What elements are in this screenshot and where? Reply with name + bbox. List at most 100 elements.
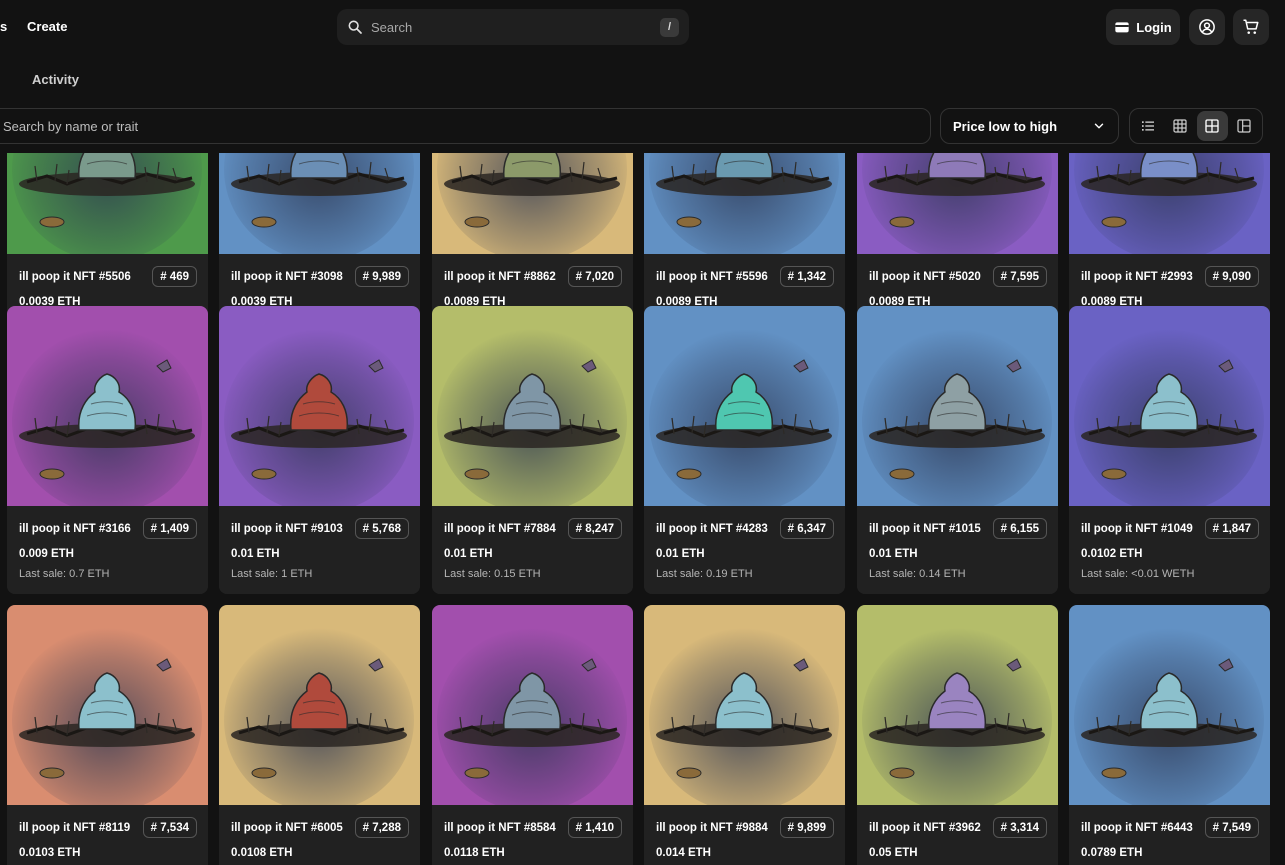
nft-name: ill poop it NFT #5506 bbox=[19, 271, 131, 283]
wallet-icon bbox=[1115, 22, 1129, 33]
last-sale: Last sale: <0.01 WETH bbox=[1081, 568, 1195, 580]
nft-card[interactable]: ill poop it NFT #8119 # 7,534 0.0103 ETH bbox=[7, 605, 208, 865]
nft-price: 0.05 ETH bbox=[869, 847, 918, 859]
last-sale: Last sale: 0.14 ETH bbox=[869, 568, 966, 580]
nav-link-partial[interactable]: s bbox=[0, 19, 7, 34]
tab-activity[interactable]: Activity bbox=[32, 72, 79, 87]
nft-price: 0.0102 ETH bbox=[1081, 548, 1143, 560]
nft-card[interactable]: ill poop it NFT #4283 # 6,347 0.01 ETH L… bbox=[644, 306, 845, 594]
nft-name: ill poop it NFT #1049 bbox=[1081, 523, 1193, 535]
nft-image[interactable] bbox=[1069, 153, 1270, 254]
nft-price: 0.01 ETH bbox=[444, 548, 493, 560]
view-list-button[interactable] bbox=[1132, 111, 1163, 141]
nft-card[interactable]: ill poop it NFT #1015 # 6,155 0.01 ETH L… bbox=[857, 306, 1058, 594]
nft-image[interactable] bbox=[7, 306, 208, 506]
nft-card[interactable]: ill poop it NFT #8584 # 1,410 0.0118 ETH bbox=[432, 605, 633, 865]
trait-search-input[interactable]: Search by name or trait bbox=[0, 108, 931, 144]
nft-name: ill poop it NFT #3166 bbox=[19, 523, 131, 535]
nft-image[interactable] bbox=[7, 153, 208, 254]
nft-image[interactable] bbox=[857, 306, 1058, 506]
rarity-rank-badge: # 7,595 bbox=[992, 266, 1047, 287]
nft-card-info: ill poop it NFT #8584 # 1,410 0.0118 ETH bbox=[432, 805, 633, 865]
nft-price: 0.01 ETH bbox=[656, 548, 705, 560]
last-sale: Last sale: 0.19 ETH bbox=[656, 568, 753, 580]
nft-image[interactable] bbox=[219, 306, 420, 506]
nft-image[interactable] bbox=[432, 153, 633, 254]
nft-price: 0.014 ETH bbox=[656, 847, 711, 859]
login-label: Login bbox=[1136, 19, 1172, 35]
medium-grid-icon bbox=[1205, 119, 1219, 133]
view-small-grid-button[interactable] bbox=[1164, 111, 1195, 141]
nft-image[interactable] bbox=[857, 605, 1058, 805]
rarity-rank-badge: # 9,899 bbox=[779, 817, 834, 838]
nft-image[interactable] bbox=[1069, 306, 1270, 506]
global-search-input[interactable]: Search / bbox=[337, 9, 689, 45]
nft-name: ill poop it NFT #1015 bbox=[869, 523, 981, 535]
nft-card[interactable]: ill poop it NFT #1049 # 1,847 0.0102 ETH… bbox=[1069, 306, 1270, 594]
nft-card-info: ill poop it NFT #3166 # 1,409 0.009 ETH … bbox=[7, 506, 208, 594]
account-button[interactable] bbox=[1189, 9, 1225, 45]
nft-price: 0.0103 ETH bbox=[19, 847, 81, 859]
nft-image[interactable] bbox=[432, 306, 633, 506]
nft-card-info: ill poop it NFT #9103 # 5,768 0.01 ETH L… bbox=[219, 506, 420, 594]
small-grid-icon bbox=[1173, 119, 1187, 133]
large-grid-icon bbox=[1237, 119, 1251, 133]
nft-card[interactable]: ill poop it NFT #6005 # 7,288 0.0108 ETH bbox=[219, 605, 420, 865]
nft-name: ill poop it NFT #6005 bbox=[231, 822, 343, 834]
rarity-rank-badge: # 1,342 bbox=[779, 266, 834, 287]
nft-name: ill poop it NFT #8119 bbox=[19, 822, 131, 834]
nft-card[interactable]: ill poop it NFT #9103 # 5,768 0.01 ETH L… bbox=[219, 306, 420, 594]
nft-card[interactable]: ill poop it NFT #7884 # 8,247 0.01 ETH L… bbox=[432, 306, 633, 594]
rarity-rank-badge: # 7,549 bbox=[1204, 817, 1259, 838]
nft-image[interactable] bbox=[219, 153, 420, 254]
nft-image[interactable] bbox=[432, 605, 633, 805]
nft-name: ill poop it NFT #9103 bbox=[231, 523, 343, 535]
last-sale: Last sale: 0.7 ETH bbox=[19, 568, 110, 580]
nft-image[interactable] bbox=[644, 153, 845, 254]
nft-name: ill poop it NFT #5596 bbox=[656, 271, 768, 283]
nft-card[interactable]: ill poop it NFT #9884 # 9,899 0.014 ETH bbox=[644, 605, 845, 865]
nft-card-info: ill poop it NFT #6443 # 7,549 0.0789 ETH bbox=[1069, 805, 1270, 865]
nft-image[interactable] bbox=[644, 306, 845, 506]
top-nav: s Create Search / Login bbox=[0, 0, 1285, 54]
view-mode-toggle bbox=[1129, 108, 1263, 144]
rarity-rank-badge: # 3,314 bbox=[992, 817, 1047, 838]
search-shortcut-badge: / bbox=[660, 17, 679, 37]
rarity-rank-badge: # 8,247 bbox=[567, 518, 622, 539]
nft-name: ill poop it NFT #6443 bbox=[1081, 822, 1193, 834]
nft-name: ill poop it NFT #8862 bbox=[444, 271, 556, 283]
nft-card[interactable]: ill poop it NFT #3962 # 3,314 0.05 ETH bbox=[857, 605, 1058, 865]
nft-image[interactable] bbox=[7, 605, 208, 805]
view-large-grid-button[interactable] bbox=[1229, 111, 1260, 141]
list-view-icon bbox=[1141, 121, 1154, 131]
last-sale: Last sale: 1 ETH bbox=[231, 568, 313, 580]
nft-price: 0.0118 ETH bbox=[444, 847, 505, 859]
nft-name: ill poop it NFT #3962 bbox=[869, 822, 981, 834]
sort-selected-label: Price low to high bbox=[953, 118, 1058, 134]
sort-dropdown[interactable]: Price low to high bbox=[940, 108, 1119, 144]
nft-image[interactable] bbox=[644, 605, 845, 805]
rarity-rank-badge: # 5,768 bbox=[354, 518, 409, 539]
trait-search-placeholder: Search by name or trait bbox=[3, 118, 139, 134]
nft-image[interactable] bbox=[1069, 605, 1270, 805]
nav-create-link[interactable]: Create bbox=[27, 19, 67, 34]
search-icon bbox=[348, 20, 362, 34]
global-search-placeholder: Search bbox=[371, 19, 413, 35]
rarity-rank-badge: # 1,410 bbox=[567, 817, 622, 838]
nft-card-info: ill poop it NFT #9884 # 9,899 0.014 ETH bbox=[644, 805, 845, 865]
rarity-rank-badge: # 9,989 bbox=[354, 266, 409, 287]
nft-image[interactable] bbox=[857, 153, 1058, 254]
nft-name: ill poop it NFT #5020 bbox=[869, 271, 981, 283]
nft-card[interactable]: ill poop it NFT #3166 # 1,409 0.009 ETH … bbox=[7, 306, 208, 594]
cart-icon bbox=[1243, 19, 1259, 34]
rarity-rank-badge: # 469 bbox=[152, 266, 197, 287]
nft-price: 0.01 ETH bbox=[869, 548, 918, 560]
nft-card-info: ill poop it NFT #1049 # 1,847 0.0102 ETH… bbox=[1069, 506, 1270, 594]
view-medium-grid-button[interactable] bbox=[1196, 111, 1228, 141]
cart-button[interactable] bbox=[1233, 9, 1269, 45]
nft-price: 0.01 ETH bbox=[231, 548, 280, 560]
nft-image[interactable] bbox=[219, 605, 420, 805]
login-button[interactable]: Login bbox=[1106, 9, 1180, 45]
nft-card[interactable]: ill poop it NFT #6443 # 7,549 0.0789 ETH bbox=[1069, 605, 1270, 865]
nft-price: 0.0108 ETH bbox=[231, 847, 293, 859]
